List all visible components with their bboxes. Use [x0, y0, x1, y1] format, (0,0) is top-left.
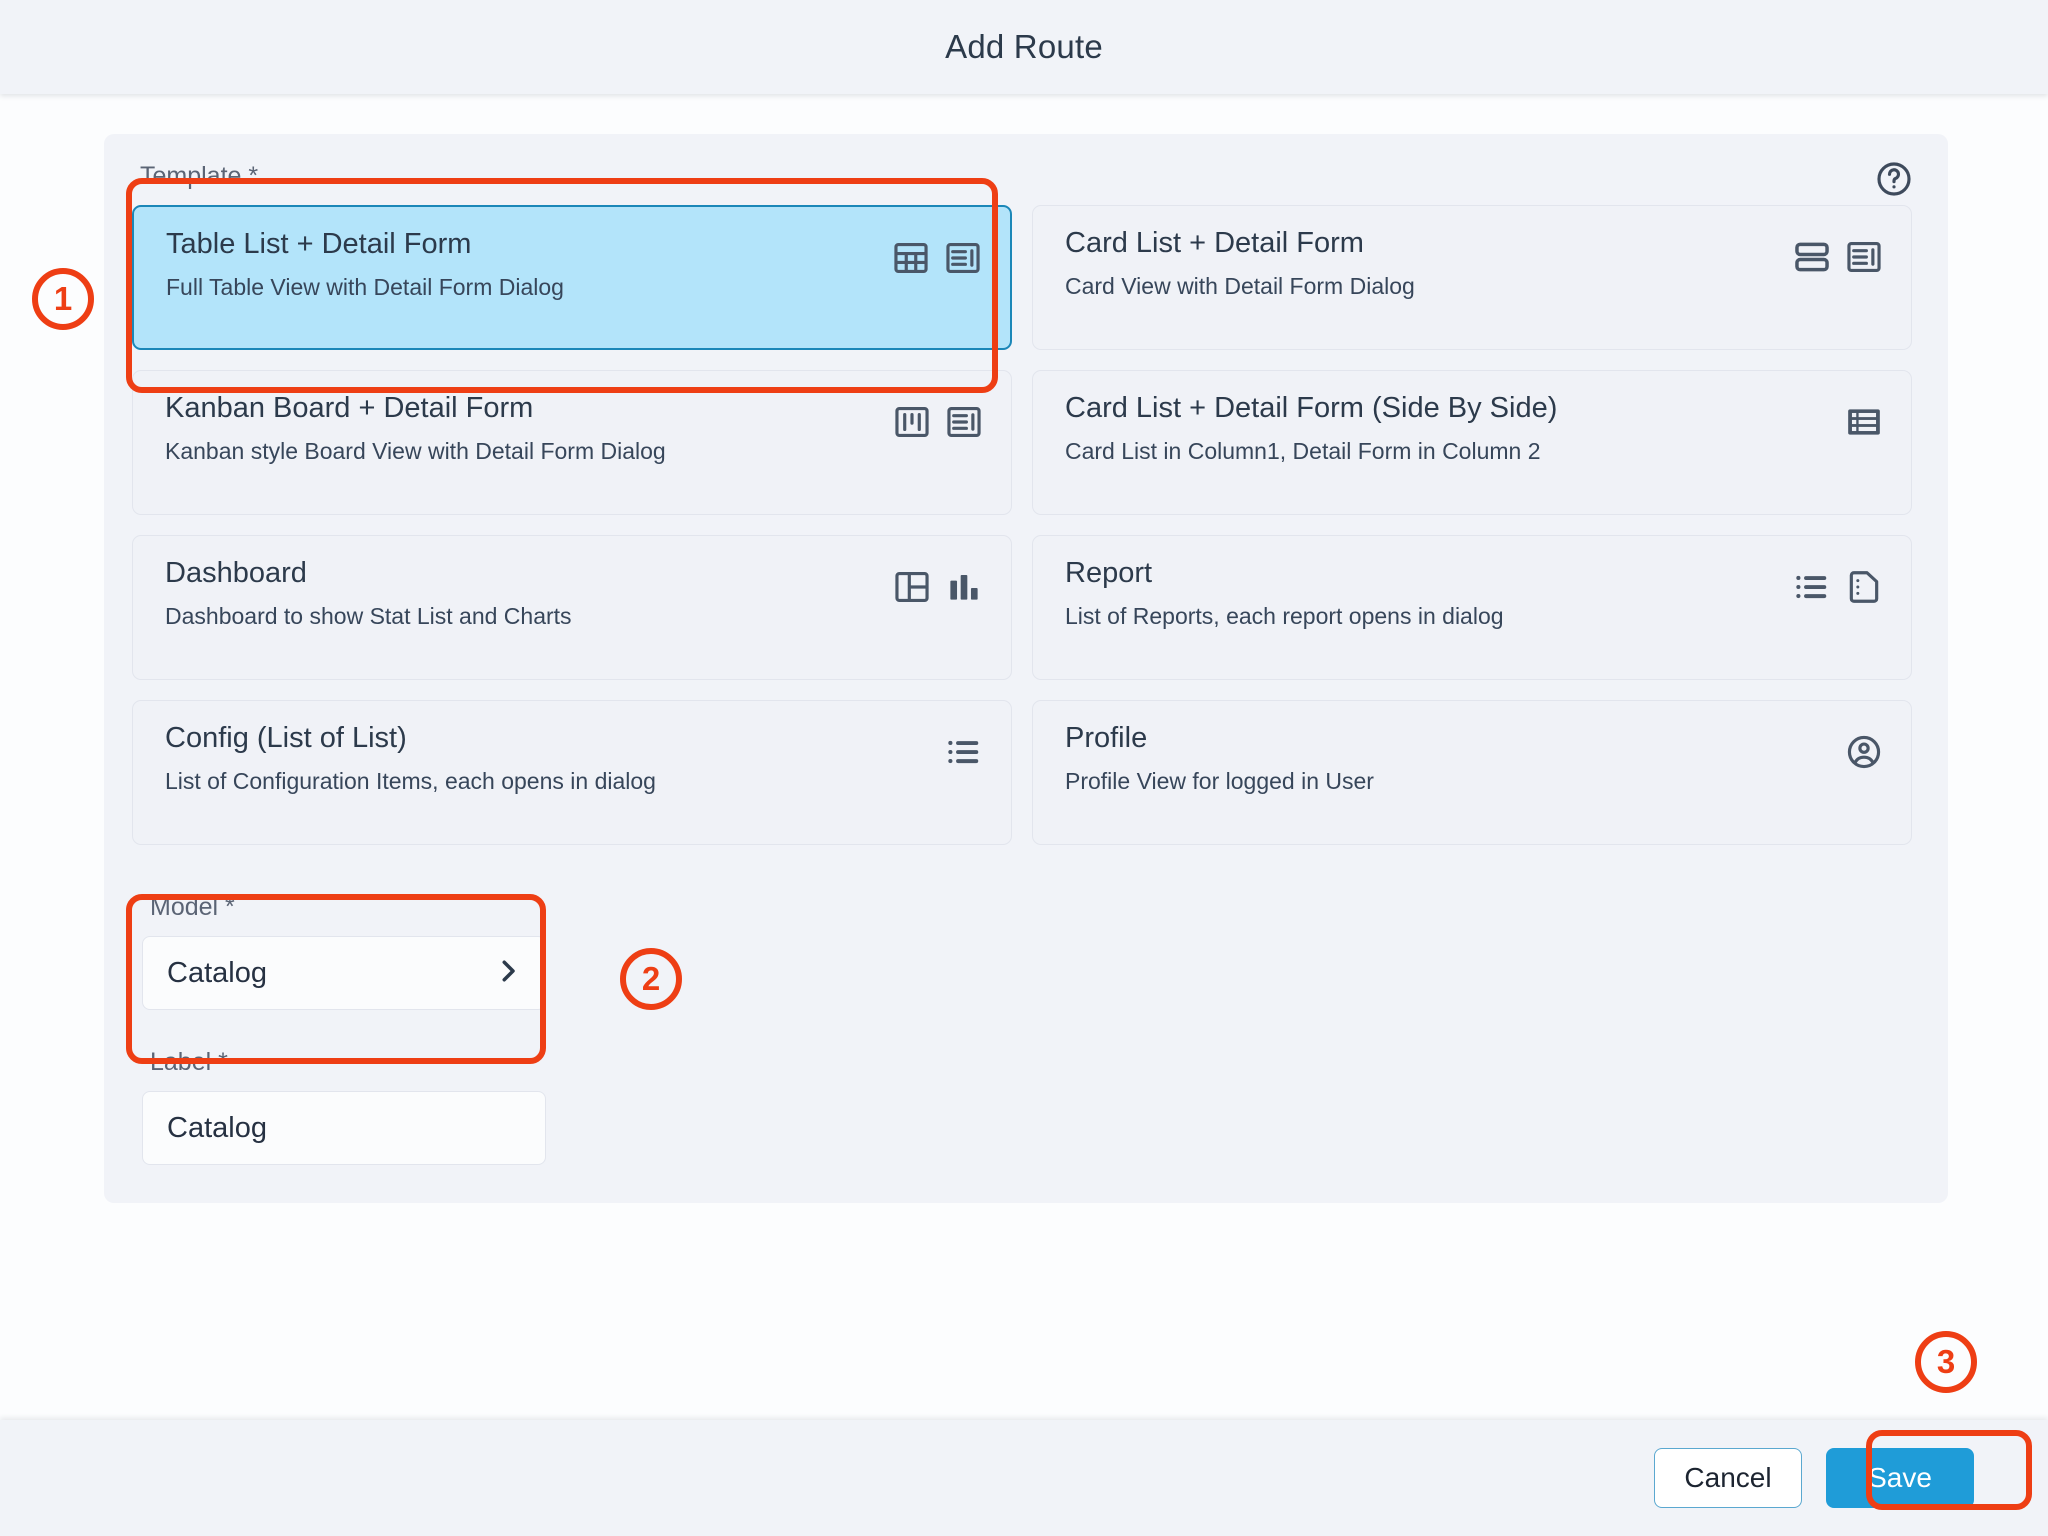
- template-card-icons: [945, 723, 983, 771]
- bulleted-list-icon: [1793, 568, 1831, 606]
- template-card-title: Table List + Detail Form: [166, 228, 472, 260]
- kanban-board-icon: [893, 403, 931, 441]
- cancel-button[interactable]: Cancel: [1654, 1448, 1802, 1508]
- stacked-cards-icon: [1793, 238, 1831, 276]
- template-card-icons: [1793, 558, 1883, 606]
- template-card-text: Profile Profile View for logged in User: [1065, 722, 1374, 794]
- template-card-text: Card List + Detail Form Card View with D…: [1065, 227, 1415, 299]
- template-grid: Table List + Detail Form Full Table View…: [132, 205, 1912, 845]
- template-card-title: Config (List of List): [165, 722, 407, 754]
- bar-chart-icon: [945, 568, 983, 606]
- template-card-dashboard[interactable]: Dashboard Dashboard to show Stat List an…: [132, 535, 1012, 680]
- label-field-label: Label *: [150, 1048, 228, 1076]
- template-card-icons: [893, 393, 983, 441]
- lower-fields: Model * Catalog Label *: [132, 877, 1912, 1165]
- filled-list-icon: [1845, 403, 1883, 441]
- template-card-desc: List of Reports, each report opens in di…: [1065, 602, 1504, 629]
- template-card-profile[interactable]: Profile Profile View for logged in User: [1032, 700, 1912, 845]
- chevron-right-icon: [493, 956, 523, 991]
- template-card-title: Kanban Board + Detail Form: [165, 392, 534, 424]
- template-card-desc: Card List in Column1, Detail Form in Col…: [1065, 437, 1541, 464]
- template-card-icons: [1845, 723, 1883, 771]
- template-section: Template * Table List + Detail Form Full…: [132, 162, 1912, 845]
- template-card-table-list[interactable]: Table List + Detail Form Full Table View…: [132, 205, 1012, 350]
- template-card-desc: Card View with Detail Form Dialog: [1065, 272, 1415, 299]
- template-card-desc: Dashboard to show Stat List and Charts: [165, 602, 572, 629]
- template-card-icons: [1845, 393, 1883, 441]
- model-field-group: Model * Catalog: [132, 877, 552, 1026]
- template-card-icons: [893, 558, 983, 606]
- label-input[interactable]: [142, 1091, 546, 1165]
- template-card-text: Config (List of List) List of Configurat…: [165, 722, 656, 794]
- template-card-card-list[interactable]: Card List + Detail Form Card View with D…: [1032, 205, 1912, 350]
- template-card-desc: Full Table View with Detail Form Dialog: [166, 273, 564, 300]
- dialog-footer: Cancel Save: [0, 1420, 2048, 1536]
- template-card-title: Dashboard: [165, 557, 307, 589]
- template-field-label: Template *: [140, 162, 259, 190]
- page-title: Add Route: [945, 28, 1103, 65]
- layout-panel-icon: [893, 568, 931, 606]
- save-button[interactable]: Save: [1826, 1448, 1974, 1508]
- template-card-config[interactable]: Config (List of List) List of Configurat…: [132, 700, 1012, 845]
- template-card-card-list-side-by-side[interactable]: Card List + Detail Form (Side By Side) C…: [1032, 370, 1912, 515]
- bulleted-list-icon: [945, 733, 983, 771]
- template-card-title: Card List + Detail Form: [1065, 227, 1364, 259]
- template-card-title: Profile: [1065, 722, 1148, 754]
- template-card-icons: [892, 229, 982, 277]
- dialog-header: Add Route: [0, 0, 2048, 94]
- template-card-desc: List of Configuration Items, each opens …: [165, 767, 656, 794]
- label-field-group: Label *: [132, 1048, 552, 1165]
- document-icon: [1845, 568, 1883, 606]
- detail-form-icon: [1845, 238, 1883, 276]
- template-card-text: Kanban Board + Detail Form Kanban style …: [165, 392, 666, 464]
- template-card-title: Card List + Detail Form (Side By Side): [1065, 392, 1558, 424]
- template-card-text: Report List of Reports, each report open…: [1065, 557, 1504, 629]
- template-card-desc: Kanban style Board View with Detail Form…: [165, 437, 666, 464]
- template-card-report[interactable]: Report List of Reports, each report open…: [1032, 535, 1912, 680]
- model-picker-value: Catalog: [167, 956, 267, 989]
- detail-form-icon: [945, 403, 983, 441]
- template-card-icons: [1793, 228, 1883, 276]
- template-card-desc: Profile View for logged in User: [1065, 767, 1374, 794]
- template-card-text: Card List + Detail Form (Side By Side) C…: [1065, 392, 1558, 464]
- account-circle-icon: [1845, 733, 1883, 771]
- template-card-kanban-board[interactable]: Kanban Board + Detail Form Kanban style …: [132, 370, 1012, 515]
- add-route-dialog: Add Route Template * Table List + Detail…: [0, 0, 2048, 1536]
- dialog-body: Template * Table List + Detail Form Full…: [0, 94, 2048, 1420]
- form-panel: Template * Table List + Detail Form Full…: [104, 134, 1948, 1203]
- model-field-label: Model *: [150, 893, 235, 921]
- template-card-text: Dashboard Dashboard to show Stat List an…: [165, 557, 572, 629]
- detail-form-icon: [944, 239, 982, 277]
- model-picker[interactable]: Catalog: [142, 936, 546, 1010]
- template-card-title: Report: [1065, 557, 1153, 589]
- template-card-text: Table List + Detail Form Full Table View…: [166, 228, 564, 300]
- table-grid-icon: [892, 239, 930, 277]
